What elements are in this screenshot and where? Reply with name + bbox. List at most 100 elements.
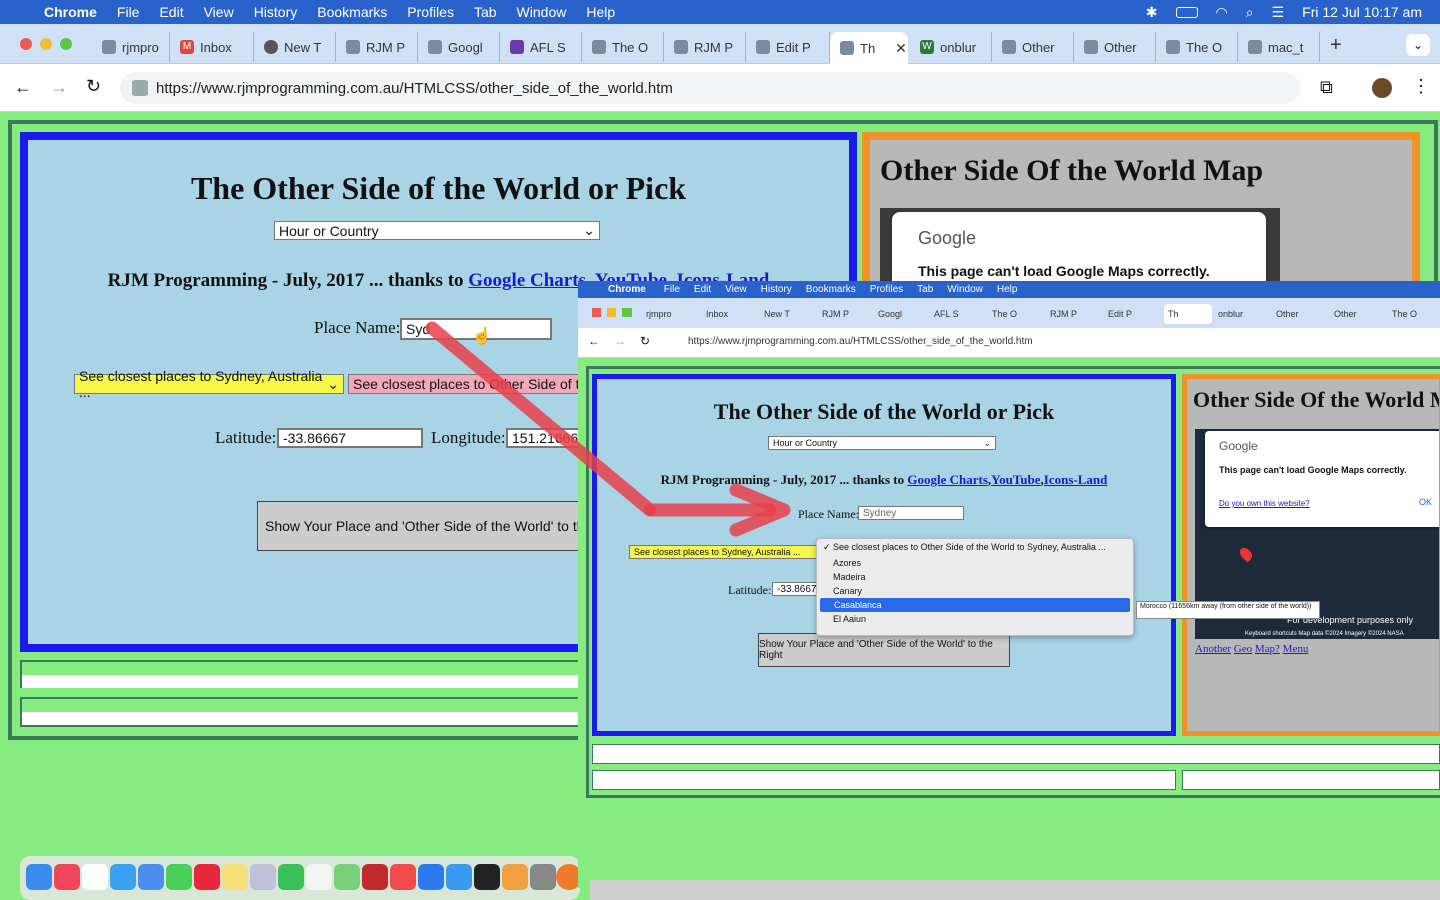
utility-icon[interactable] xyxy=(530,864,556,890)
inset-dock xyxy=(590,880,1440,900)
tab[interactable]: The O xyxy=(582,32,664,62)
wordpress-icon: W xyxy=(920,40,934,54)
zoom-icon[interactable] xyxy=(418,864,444,890)
tab[interactable]: Edit P xyxy=(746,32,830,62)
inset-show-button: Show Your Place and 'Other Side of the W… xyxy=(758,633,1010,667)
news-icon[interactable] xyxy=(390,864,416,890)
closest-places-select[interactable]: See closest places to Sydney, Australia … xyxy=(74,368,344,400)
tab-favicon-icon xyxy=(102,40,116,54)
browser-tab-strip: rjmpro M Inbox New T RJM P Googl AFL S Th… xyxy=(0,24,1440,64)
latitude-input[interactable]: -33.86667 xyxy=(277,428,423,448)
show-place-button[interactable]: Show Your Place and 'Other Side of the W… xyxy=(257,501,587,551)
menu-history[interactable]: History xyxy=(254,4,298,20)
chevron-down-icon: ⌄ xyxy=(327,375,339,392)
inset-page: The Other Side of the World or Pick Hour… xyxy=(578,358,1440,888)
other-side-places-select[interactable]: See closest places to Other Side of the xyxy=(348,374,588,394)
bluetooth-icon[interactable]: ✱ xyxy=(1146,4,1158,21)
mail-icon[interactable] xyxy=(138,864,164,890)
tab[interactable]: New T xyxy=(254,32,336,62)
search-icon[interactable]: ⌕ xyxy=(1246,4,1254,21)
launchpad-icon[interactable] xyxy=(250,864,276,890)
menu-view[interactable]: View xyxy=(204,4,234,20)
app-store-icon[interactable] xyxy=(446,864,472,890)
inset-mode-select: Hour or Country ⌄ xyxy=(768,436,996,450)
inset-place-label: Place Name: xyxy=(798,507,859,521)
address-bar[interactable]: https://www.rjmprogramming.com.au/HTMLCS… xyxy=(120,72,1300,104)
forward-icon[interactable]: → xyxy=(50,77,68,98)
longitude-input[interactable]: 151.21666 xyxy=(506,428,586,448)
close-window-button[interactable] xyxy=(20,38,32,50)
menu-profiles[interactable]: Profiles xyxy=(407,4,454,20)
tab[interactable]: M Inbox xyxy=(170,32,254,62)
inset-dropdown-option: Madeira xyxy=(833,572,866,582)
menu-file[interactable]: File xyxy=(117,4,140,20)
profile-avatar[interactable] xyxy=(1372,78,1392,98)
inset-tab: Edit P xyxy=(1108,309,1133,319)
inset-tab-active: Th xyxy=(1164,304,1212,324)
reload-icon[interactable]: ↻ xyxy=(86,76,101,97)
menu-tab[interactable]: Tab xyxy=(474,4,497,20)
opera-icon[interactable] xyxy=(194,864,220,890)
chrome-menu-icon[interactable]: ⋮ xyxy=(1412,76,1430,97)
facetime-icon[interactable] xyxy=(278,864,304,890)
menu-bookmarks[interactable]: Bookmarks xyxy=(317,4,387,20)
inset-tab: RJM P xyxy=(1050,309,1077,319)
menu-edit[interactable]: Edit xyxy=(159,4,183,20)
filezilla-icon[interactable] xyxy=(362,864,388,890)
inset-lat-label: Latitude: xyxy=(728,583,772,597)
battery-icon[interactable] xyxy=(1175,6,1198,18)
minimize-window-button[interactable] xyxy=(40,38,52,50)
tab-favicon-icon xyxy=(346,40,360,54)
control-center-icon[interactable]: ☰ xyxy=(1272,4,1285,21)
menu-app-name[interactable]: Chrome xyxy=(44,4,97,20)
tab-favicon-icon xyxy=(674,40,688,54)
notes-icon[interactable] xyxy=(222,864,248,890)
inset-results-row xyxy=(1182,770,1440,790)
textedit-icon[interactable] xyxy=(306,864,332,890)
menu-window[interactable]: Window xyxy=(517,4,567,20)
music-icon[interactable] xyxy=(54,864,80,890)
site-info-icon[interactable] xyxy=(132,80,148,96)
inset-another-link: Another xyxy=(1195,643,1232,655)
inset-dropdown-list: ✓ See closest places to Other Side of th… xyxy=(816,538,1134,636)
close-tab-icon[interactable]: ✕ xyxy=(895,40,907,57)
tab[interactable]: Googl xyxy=(418,32,500,62)
photos-icon[interactable] xyxy=(502,864,528,890)
tab[interactable]: mac_t xyxy=(1238,32,1320,62)
tab-active[interactable]: Th ✕ xyxy=(830,32,908,64)
chrome-icon xyxy=(264,40,278,54)
tab[interactable]: The O xyxy=(1156,32,1238,62)
place-name-label: Place Name: xyxy=(314,318,401,337)
mode-select[interactable]: Hour or Country ⌄ xyxy=(274,221,600,240)
inset-dropdown-option-selected: Casablanca xyxy=(820,598,1130,612)
google-charts-link[interactable]: Google Charts xyxy=(468,270,586,291)
back-icon[interactable]: ← xyxy=(14,77,32,98)
inset-tab: New T xyxy=(764,309,790,319)
tab-search-icon[interactable]: ⌄ xyxy=(1406,34,1430,56)
zoom-window-button[interactable] xyxy=(60,38,72,50)
reminders-icon[interactable] xyxy=(82,864,108,890)
extensions-icon[interactable]: ⧉ xyxy=(1320,77,1333,98)
tab[interactable]: RJM P xyxy=(664,32,746,62)
inset-tab: Other xyxy=(1334,309,1357,319)
new-tab-icon[interactable]: + xyxy=(1330,34,1342,57)
google-logo: Google xyxy=(918,228,977,248)
messages-icon[interactable] xyxy=(166,864,192,890)
menubar-clock[interactable]: Fri 12 Jul 10:17 am xyxy=(1302,4,1422,20)
wifi-icon[interactable]: ◠ xyxy=(1216,4,1228,21)
inset-map-error-text: This page can't load Google Maps correct… xyxy=(1219,465,1407,475)
safari-icon[interactable] xyxy=(110,864,136,890)
maps-icon[interactable] xyxy=(334,864,360,890)
finder-icon[interactable] xyxy=(26,864,52,890)
gmail-icon: M xyxy=(180,40,194,54)
menu-help[interactable]: Help xyxy=(586,4,615,20)
tab[interactable]: Wonblur xyxy=(910,32,992,62)
tab[interactable]: RJM P xyxy=(336,32,418,62)
tab[interactable]: AFL S xyxy=(500,32,582,62)
tab[interactable]: Other xyxy=(1074,32,1156,62)
tab[interactable]: rjmpro xyxy=(92,32,170,62)
inset-menubar: Chrome File Edit View History Bookmarks … xyxy=(578,281,1440,298)
inset-map-footer: Keyboard shortcuts Map data ©2024 Imager… xyxy=(1245,631,1404,637)
terminal-icon[interactable] xyxy=(474,864,500,890)
tab[interactable]: Other xyxy=(992,32,1074,62)
